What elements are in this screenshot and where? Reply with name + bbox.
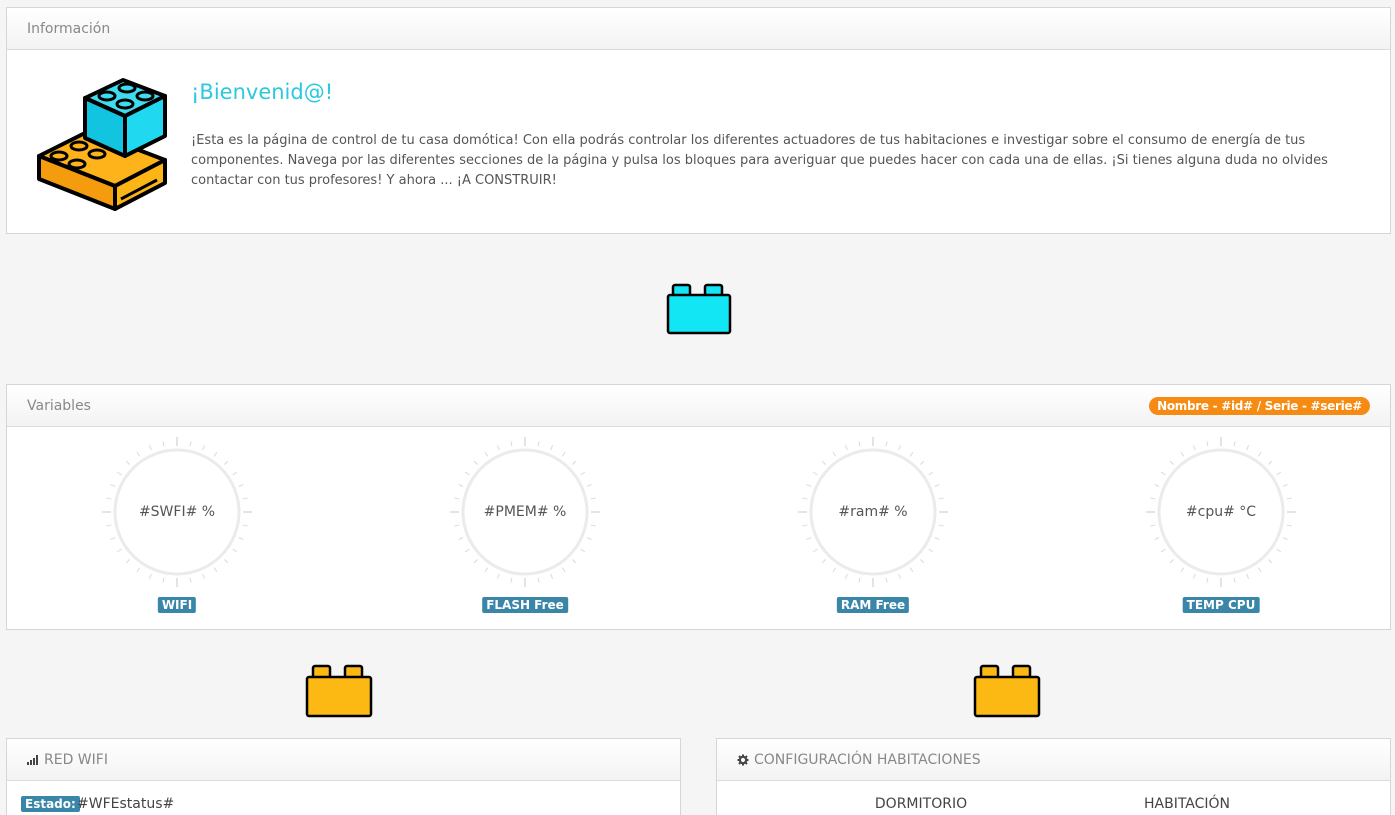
column-header-habitacion: HABITACIÓN	[1143, 796, 1231, 812]
gauge-label: TEMP CPU	[1182, 597, 1260, 613]
gauge-value: #ram# %	[838, 504, 908, 520]
welcome-text: ¡Esta es la página de control de tu casa…	[191, 133, 1328, 188]
orange-brick-button[interactable]	[973, 664, 1041, 718]
room-config-panel-title: CONFIGURACIÓN HABITACIONES	[754, 751, 981, 768]
cyan-brick-button[interactable]	[666, 283, 732, 335]
info-panel-header: Información	[7, 8, 1390, 50]
estado-value: #WFEstatus#	[77, 796, 175, 812]
info-panel-title: Información	[27, 20, 111, 37]
device-badge: Nombre - #id# / Serie - #serie#	[1149, 397, 1370, 415]
gauge-label: WIFI	[157, 597, 197, 613]
wifi-panel-header: RED WIFI	[7, 739, 680, 781]
ram-gauge: #ram# %	[798, 437, 948, 587]
cpu-gauge: #cpu# °C	[1146, 437, 1296, 587]
signal-icon	[27, 754, 39, 765]
welcome-title: ¡Bienvenid@!	[191, 80, 334, 104]
gauge-value: #SWFI# %	[138, 504, 216, 520]
info-panel: Información ¡Bienvenid@! ¡Esta es la pág…	[6, 7, 1391, 234]
gauge-label: FLASH Free	[482, 597, 568, 613]
variables-panel-title: Variables	[27, 397, 91, 414]
flash-gauge: #PMEM# %	[450, 437, 600, 587]
orange-brick-button[interactable]	[305, 664, 373, 718]
variables-panel: Variables Nombre - #id# / Serie - #serie…	[6, 384, 1391, 630]
wifi-panel: RED WIFI Estado: #WFEstatus#	[6, 738, 681, 815]
gauge-label: RAM Free	[836, 597, 910, 613]
room-config-panel: CONFIGURACIÓN HABITACIONES DORMITORIO HA…	[716, 738, 1391, 815]
column-header-dormitorio: DORMITORIO	[874, 796, 968, 812]
wifi-gauge: #SWFI# %	[102, 437, 252, 587]
gear-icon	[737, 754, 749, 766]
gauge-value: #PMEM# %	[483, 504, 567, 520]
wifi-panel-title: RED WIFI	[44, 751, 108, 768]
estado-label: Estado:	[21, 796, 80, 812]
lego-stack-icon	[37, 78, 167, 211]
gauge-value: #cpu# °C	[1185, 504, 1257, 520]
variables-panel-header: Variables Nombre - #id# / Serie - #serie…	[7, 385, 1390, 427]
room-config-panel-header: CONFIGURACIÓN HABITACIONES	[717, 739, 1390, 781]
